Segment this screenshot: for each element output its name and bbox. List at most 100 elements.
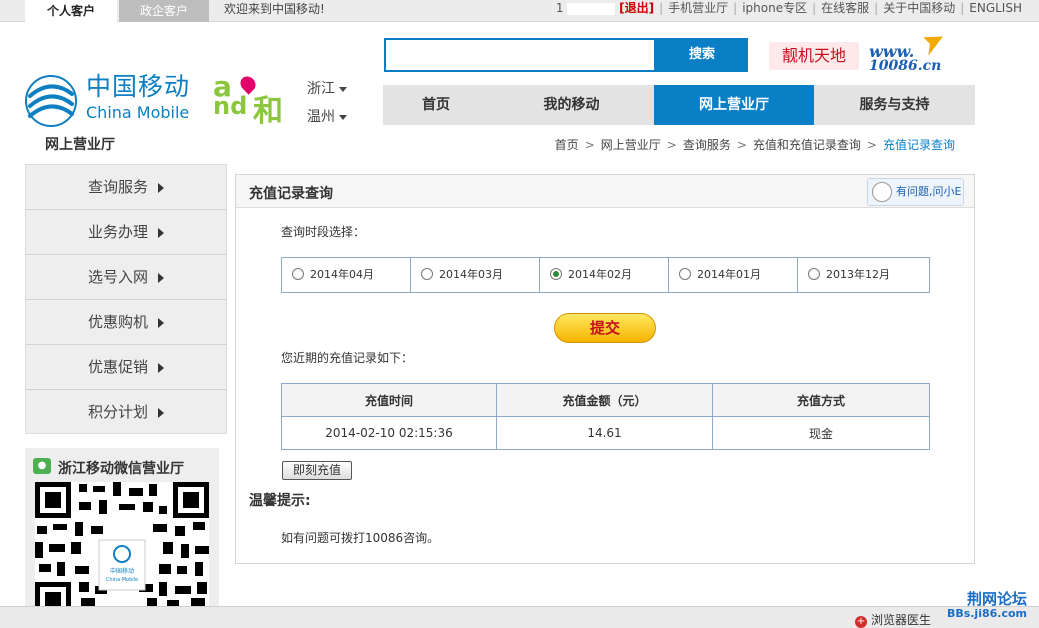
browser-doctor-button[interactable]: 浏览器医生 — [855, 611, 931, 628]
china-mobile-logo[interactable]: 中国移动 China Mobile — [24, 72, 194, 128]
chevron-right-icon: > — [666, 138, 677, 152]
city-select[interactable]: 温州 — [307, 106, 347, 126]
records-label: 您近期的充值记录如下： — [281, 351, 414, 365]
tab-personal-customers[interactable]: 个人客户 — [25, 0, 117, 22]
logo-text-en: China Mobile — [86, 103, 190, 122]
period-label: 查询时段选择： — [281, 225, 366, 239]
period-label-text: 2014年03月 — [439, 268, 503, 281]
separator: | — [733, 1, 738, 15]
cell-method: 现金 — [712, 416, 930, 450]
panel-title: 充值记录查询 — [249, 186, 333, 202]
masked-user-number — [567, 2, 616, 15]
period-label-text: 2014年02月 — [568, 268, 632, 281]
user-number: 1 — [555, 1, 564, 15]
recharge-now-button[interactable]: 即刻充值 — [282, 461, 352, 480]
sidebar-item-label: 业务办理 — [87, 223, 148, 241]
period-option[interactable]: 2014年01月 — [669, 258, 798, 292]
period-option-selected[interactable]: 2014年02月 — [540, 258, 669, 292]
search-input[interactable] — [384, 38, 656, 72]
triangle-right-icon — [158, 272, 164, 283]
period-option[interactable]: 2014年04月 — [282, 258, 411, 292]
qr-brand-cn: 中国移动 — [110, 567, 134, 575]
qr-code: 中国移动 China Mobile — [35, 482, 209, 608]
search-button[interactable]: 搜索 — [656, 38, 748, 72]
wechat-icon: ● — [33, 458, 51, 474]
breadcrumb-recharge-query[interactable]: 充值和充值记录查询 — [753, 138, 861, 152]
sidebar-item-query[interactable]: 查询服务 — [26, 165, 226, 210]
sidebar-item-label: 优惠促销 — [87, 358, 148, 376]
link-mobile-hall[interactable]: 手机营业厅 — [668, 1, 728, 15]
and-logo-nd: nd — [213, 92, 248, 120]
triangle-right-icon — [158, 362, 164, 373]
triangle-right-icon — [158, 317, 164, 328]
period-option[interactable]: 2013年12月 — [798, 258, 927, 292]
radio-icon[interactable] — [292, 268, 304, 280]
tips-text: 如有问题可拨打10086咨询。 — [281, 531, 440, 545]
link-online-service[interactable]: 在线客服 — [821, 1, 869, 15]
breadcrumb-home[interactable]: 首页 — [555, 138, 579, 152]
sidebar-item-label: 选号入网 — [87, 268, 148, 286]
sidebar-item-label: 积分计划 — [87, 403, 148, 421]
triangle-right-icon — [158, 227, 164, 238]
period-option[interactable]: 2014年03月 — [411, 258, 540, 292]
assistant-avatar-icon — [872, 182, 892, 202]
sidebar-item-points[interactable]: 积分计划 — [26, 390, 226, 435]
radio-icon[interactable] — [421, 268, 433, 280]
link-english[interactable]: ENGLISH — [969, 1, 1022, 15]
chevron-right-icon: > — [736, 138, 747, 152]
panel-header: 充值记录查询 有问题,问小E — [236, 175, 974, 208]
triangle-right-icon — [158, 407, 164, 418]
sidebar-item-label: 优惠购机 — [87, 313, 148, 331]
promo-url-banner[interactable]: www. 10086.cn ➤ — [869, 25, 969, 82]
sidebar-item-promotions[interactable]: 优惠促销 — [26, 345, 226, 390]
promo-phone-banner[interactable]: 靓机天地 — [769, 42, 859, 70]
nav-service-support[interactable]: 服务与支持 — [814, 85, 975, 125]
cursor-arrow-icon: ➤ — [914, 24, 949, 62]
radio-icon[interactable] — [808, 268, 820, 280]
column-header-amount: 充值金额（元） — [496, 383, 713, 417]
help-button[interactable]: 有问题,问小E — [867, 178, 964, 206]
separator: | — [812, 1, 817, 15]
wechat-box: ● 浙江移动微信营业厅 中国移动 China Mobile — [25, 448, 219, 608]
wechat-title: 浙江移动微信营业厅 — [58, 461, 184, 477]
tab-enterprise-customers[interactable]: 政企客户 — [119, 0, 209, 22]
breadcrumb-online-hall[interactable]: 网上营业厅 — [601, 138, 661, 152]
province-select[interactable]: 浙江 — [307, 78, 347, 98]
table-header-row: 充值时间 充值金额（元） 充值方式 — [281, 383, 930, 417]
nav-my-mobile[interactable]: 我的移动 — [489, 85, 654, 125]
link-about[interactable]: 关于中国移动 — [883, 1, 955, 15]
records-table: 充值时间 充值金额（元） 充值方式 2014-02-10 02:15:36 14… — [281, 383, 930, 450]
browser-status-bar: 浏览器医生 — [0, 606, 1039, 628]
column-header-method: 充值方式 — [712, 383, 930, 417]
submit-button[interactable]: 提交 — [554, 313, 656, 343]
nav-online-hall[interactable]: 网上营业厅 — [654, 85, 814, 125]
chevron-right-icon: > — [584, 138, 595, 152]
sidebar-item-business[interactable]: 业务办理 — [26, 210, 226, 255]
triangle-right-icon — [158, 182, 164, 193]
watermark-line2: BBs.ji86.com — [946, 607, 1027, 620]
sidebar-item-number-select[interactable]: 选号入网 — [26, 255, 226, 300]
period-options: 2014年04月 2014年03月 2014年02月 2014年01月 2013… — [281, 257, 930, 293]
breadcrumb-query-service[interactable]: 查询服务 — [683, 138, 731, 152]
help-label: 有问题,问小E — [896, 185, 962, 198]
radio-checked-icon[interactable] — [550, 268, 562, 280]
main-nav: 首页 我的移动 网上营业厅 服务与支持 — [383, 85, 975, 125]
logout-link[interactable]: [退出] — [619, 1, 654, 15]
breadcrumb: 首页 > 网上营业厅 > 查询服务 > 充值和充值记录查询 > 充值记录查询 — [555, 136, 955, 153]
period-label-text: 2014年01月 — [697, 268, 761, 281]
link-iphone[interactable]: iphone专区 — [742, 1, 807, 15]
nav-home[interactable]: 首页 — [383, 85, 489, 125]
page-title: 网上营业厅 — [45, 137, 115, 153]
sidebar: 查询服务 业务办理 选号入网 优惠购机 优惠促销 积分计划 — [25, 164, 227, 434]
period-label-text: 2013年12月 — [826, 268, 890, 281]
cell-amount: 14.61 — [496, 416, 713, 450]
period-label-text: 2014年04月 — [310, 268, 374, 281]
chevron-right-icon: > — [866, 138, 877, 152]
china-mobile-emblem-icon — [25, 75, 77, 127]
radio-icon[interactable] — [679, 268, 691, 280]
cell-time: 2014-02-10 02:15:36 — [281, 416, 497, 450]
sidebar-item-phone-deals[interactable]: 优惠购机 — [26, 300, 226, 345]
qr-code-image: 中国移动 China Mobile — [35, 482, 209, 608]
qr-brand-en: China Mobile — [106, 577, 138, 583]
top-bar: 个人客户 政企客户 欢迎来到中国移动! 1 [退出] | 手机营业厅 | iphone专… — [0, 0, 1039, 22]
